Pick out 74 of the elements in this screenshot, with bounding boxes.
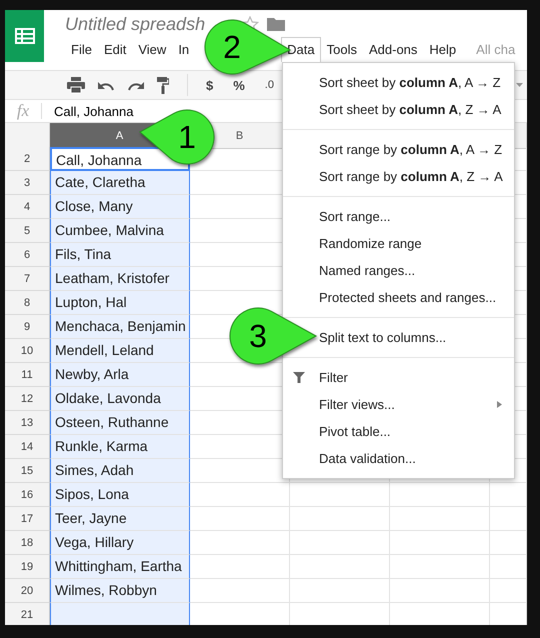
menu-option[interactable]: Filter (283, 364, 514, 391)
menu-option[interactable]: Data validation... (283, 445, 514, 472)
table-cell[interactable]: Wilmes, Robbyn (50, 579, 190, 603)
row-number[interactable]: 15 (5, 459, 50, 483)
menu-item[interactable]: Data (281, 37, 321, 62)
menu-option[interactable]: Sort range by column A, Z → A (283, 163, 514, 190)
row-number[interactable]: 13 (5, 411, 50, 435)
table-cell[interactable]: Newby, Arla (50, 363, 190, 387)
menu-option[interactable]: Filter views... (283, 391, 514, 418)
table-cell[interactable]: Mendell, Leland (50, 339, 190, 363)
row-number[interactable]: 19 (5, 555, 50, 579)
paint-format-icon[interactable] (157, 76, 169, 94)
caret-icon[interactable] (516, 83, 523, 87)
save-status: All cha (475, 41, 516, 59)
document-title[interactable]: Untitled spreadsh (65, 14, 206, 34)
table-cell[interactable]: Runkle, Karma (50, 435, 190, 459)
table-cell[interactable]: Leatham, Kristofer (50, 267, 190, 291)
table-cell[interactable]: Simes, Adah (50, 459, 190, 483)
row-number[interactable]: 16 (5, 483, 50, 507)
undo-icon[interactable] (97, 79, 115, 91)
menu-item[interactable]: File (65, 37, 98, 62)
row-number[interactable]: 20 (5, 579, 50, 603)
currency-format-button[interactable]: $ (206, 78, 214, 92)
table-cell[interactable]: Osteen, Ruthanne (50, 411, 190, 435)
table-cell[interactable]: Cumbee, Malvina (50, 219, 190, 243)
callout-number: 3 (249, 318, 267, 354)
row-number[interactable]: 12 (5, 387, 50, 411)
row-number[interactable]: 3 (5, 171, 50, 195)
row-number[interactable]: 8 (5, 291, 50, 315)
row-number[interactable]: 11 (5, 363, 50, 387)
row-number[interactable]: 6 (5, 243, 50, 267)
table-cell[interactable] (50, 603, 190, 625)
menu-option[interactable]: Sort range... (283, 203, 514, 230)
menu-item[interactable]: View (132, 37, 172, 62)
menu-item[interactable]: Help (423, 37, 462, 62)
print-icon[interactable] (67, 77, 85, 93)
menu-option[interactable]: Pivot table... (283, 418, 514, 445)
menu-option[interactable]: Named ranges... (283, 257, 514, 284)
formula-label: fx (16, 101, 30, 121)
select-all-corner[interactable] (5, 123, 50, 149)
menu-option[interactable]: Protected sheets and ranges... (283, 284, 514, 311)
menu-item[interactable]: Edit (98, 37, 132, 62)
menu-item[interactable]: Tools (320, 37, 363, 62)
table-cell[interactable]: Oldake, Lavonda (50, 387, 190, 411)
table-cell[interactable]: Close, Many (50, 195, 190, 219)
menu-option[interactable]: Sort sheet by column A, A → Z (283, 69, 514, 96)
sheets-logo-icon[interactable] (5, 10, 44, 62)
table-cell[interactable]: Menchaca, Benjamin (50, 315, 190, 339)
formula-value[interactable]: Call, Johanna (54, 104, 134, 118)
row-number[interactable]: 14 (5, 435, 50, 459)
row-number[interactable]: 7 (5, 267, 50, 291)
row-number[interactable]: 9 (5, 315, 50, 339)
row-number[interactable]: 21 (5, 603, 50, 625)
row-number[interactable]: 5 (5, 219, 50, 243)
table-cell[interactable]: Teer, Jayne (50, 507, 190, 531)
row-number[interactable]: 10 (5, 339, 50, 363)
menu-option[interactable]: Sort sheet by column A, Z → A (283, 96, 514, 123)
table-cell[interactable]: Sipos, Lona (50, 483, 190, 507)
row-number[interactable]: 18 (5, 531, 50, 555)
decrease-decimal-button[interactable]: .0 (264, 79, 274, 91)
table-cell[interactable]: Whittingham, Eartha (50, 555, 190, 579)
menu-item[interactable]: Add-ons (362, 37, 424, 62)
table-cell[interactable]: Cate, Claretha (50, 171, 190, 195)
menu-item[interactable]: In (172, 37, 196, 62)
row-number[interactable]: 4 (5, 195, 50, 219)
row-number[interactable]: 17 (5, 507, 50, 531)
percent-format-button[interactable]: % (233, 78, 245, 92)
folder-icon[interactable] (267, 17, 286, 31)
table-cell[interactable]: Vega, Hillary (50, 531, 190, 555)
table-cell[interactable]: Fils, Tina (50, 243, 190, 267)
row-number[interactable]: 2 (5, 147, 50, 171)
callout-number: 2 (223, 29, 241, 65)
menu-option[interactable]: Randomize range (283, 230, 514, 257)
table-cell[interactable]: Lupton, Hal (50, 291, 190, 315)
